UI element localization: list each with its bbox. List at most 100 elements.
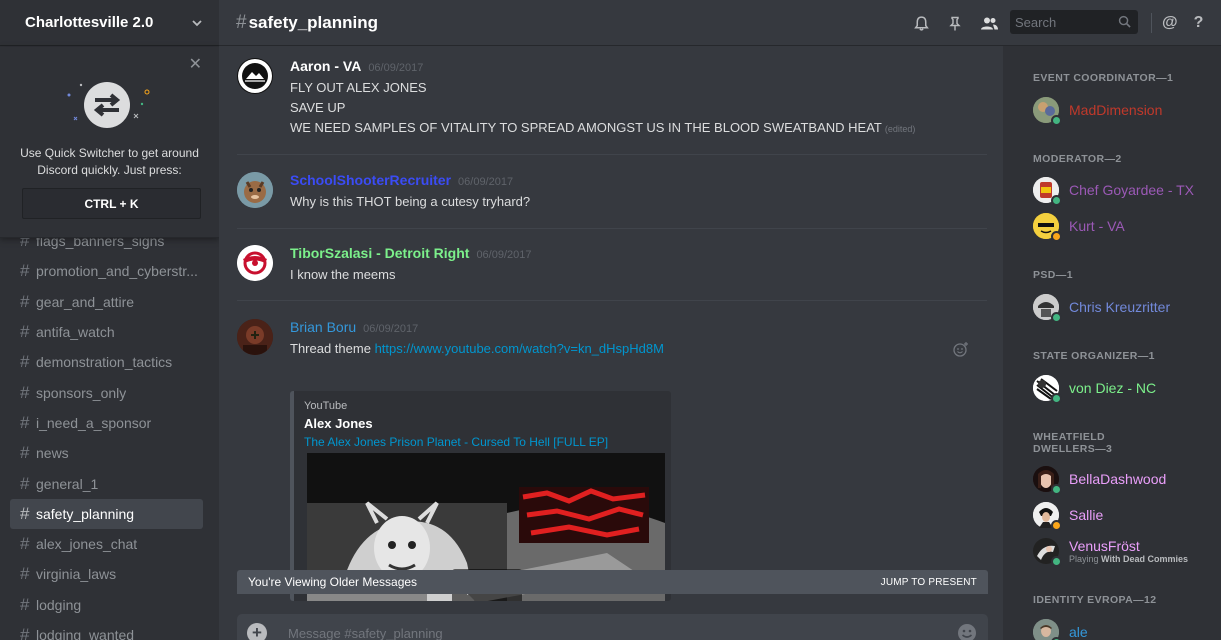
member-item[interactable]: Sallie <box>1033 500 1104 531</box>
older-messages-bar: You're Viewing Older Messages JUMP TO PR… <box>237 570 988 594</box>
avatar[interactable] <box>237 319 273 355</box>
quick-switcher-text: Use Quick Switcher to get around Discord… <box>20 146 199 177</box>
close-icon[interactable]: ✕ <box>189 57 202 73</box>
channel-item[interactable]: # i_need_a_sponsor <box>10 408 203 438</box>
message-text: SAVE UP <box>290 100 346 115</box>
embed-title[interactable]: The Alex Jones Prison Planet - Cursed To… <box>304 433 661 452</box>
shortcut-key: CTRL + K <box>22 188 201 219</box>
jump-to-present-button[interactable]: JUMP TO PRESENT <box>881 577 977 588</box>
message-divider <box>237 228 987 229</box>
username[interactable]: Brian Boru <box>290 319 356 335</box>
message-text: Why is this THOT being a cutesy tryhard? <box>290 194 531 209</box>
timestamp: 06/09/2017 <box>476 249 532 261</box>
username[interactable]: TiborSzalasi - Detroit Right <box>290 245 469 261</box>
hash-icon: # <box>20 322 30 342</box>
hash-icon: # <box>20 291 30 311</box>
embed-provider[interactable]: YouTube <box>304 399 661 413</box>
timestamp: 06/09/2017 <box>368 62 424 74</box>
member-text: VenusFröst Playing With Dead Commies <box>1069 538 1188 565</box>
channel-item-active[interactable]: # safety_planning <box>10 498 203 529</box>
channel-item[interactable]: # virginia_laws <box>10 559 203 589</box>
channel-item[interactable]: # gear_and_attire <box>10 287 203 317</box>
channel-item[interactable]: # antifa_watch <box>10 317 203 347</box>
message-link[interactable]: https://www.youtube.com/watch?v=kn_dHspH… <box>375 341 664 356</box>
timestamp: 06/09/2017 <box>458 176 514 188</box>
avatar <box>1033 213 1062 242</box>
channel-item[interactable]: # demonstration_tactics <box>10 347 203 377</box>
member-item[interactable]: Kurt - VA <box>1033 211 1125 242</box>
help-icon[interactable]: ? <box>1194 14 1204 32</box>
member-name: Chris Kreuzritter <box>1069 299 1171 315</box>
hash-icon: # <box>20 443 30 463</box>
role-header: IDENTITY EVROPA—12 <box>1033 594 1157 606</box>
message-body: TiborSzalasi - Detroit Right 06/09/2017 … <box>290 245 987 285</box>
activity-name: With Dead Commies <box>1101 553 1188 564</box>
emoji-icon[interactable] <box>957 623 977 640</box>
member-item[interactable]: von Diez - NC <box>1033 373 1156 404</box>
message-text: I know the meems <box>290 267 396 282</box>
channel-item[interactable]: # sponsors_only <box>10 377 203 407</box>
member-name: MadDimension <box>1069 102 1163 118</box>
message-text-content: Thread theme <box>290 341 371 356</box>
channel-title: safety_planning <box>248 12 378 32</box>
server-name: Charlottesville 2.0 <box>25 14 154 31</box>
member-name: Chef Goyardee - TX <box>1069 182 1195 198</box>
message-group: SchoolShooterRecruiter 06/09/2017 Why is… <box>237 172 987 212</box>
search-input[interactable]: Search <box>1010 10 1138 34</box>
avatar[interactable] <box>237 172 273 208</box>
bell-icon[interactable] <box>911 13 931 33</box>
avatar <box>1033 294 1062 323</box>
message-input[interactable]: + Message #safety_planning <box>237 614 988 640</box>
member-item[interactable]: ale <box>1033 617 1088 640</box>
channel-item[interactable]: # lodging <box>10 590 203 620</box>
older-messages-text: You're Viewing Older Messages <box>248 575 418 589</box>
pin-icon[interactable] <box>945 13 965 33</box>
status-online-icon <box>1051 195 1062 206</box>
hash-icon: # <box>20 473 30 493</box>
role-header: PSD—1 <box>1033 269 1073 281</box>
member-name: Kurt - VA <box>1069 218 1125 234</box>
server-header[interactable]: Charlottesville 2.0 <box>0 0 219 46</box>
avatar[interactable] <box>237 245 273 281</box>
role-header: STATE ORGANIZER—1 <box>1033 350 1155 362</box>
status-online-icon <box>1051 484 1062 495</box>
message-text-content: WE NEED SAMPLES OF VITALITY TO SPREAD AM… <box>290 120 882 135</box>
search-icon <box>1118 15 1131 28</box>
mentions-icon[interactable]: @ <box>1162 14 1178 32</box>
discord-app: Charlottesville 2.0 ✕ Use Quick Switcher… <box>0 0 1221 640</box>
channel-item[interactable]: # general_1 <box>10 468 203 498</box>
message-group: Aaron - VA 06/09/2017 FLY OUT ALEX JONES… <box>237 58 987 139</box>
member-item[interactable]: Chris Kreuzritter <box>1033 292 1171 323</box>
hash-icon: # <box>236 11 247 33</box>
member-item[interactable]: VenusFröst Playing With Dead Commies <box>1033 536 1188 567</box>
status-online-icon <box>1051 115 1062 126</box>
avatar <box>1033 538 1062 567</box>
username[interactable]: SchoolShooterRecruiter <box>290 172 451 188</box>
status-online-icon <box>1051 393 1062 404</box>
upload-plus-icon[interactable]: + <box>247 623 267 640</box>
avatar <box>1033 177 1062 206</box>
message-header: Brian Boru 06/09/2017 <box>290 319 987 339</box>
message-text: WE NEED SAMPLES OF VITALITY TO SPREAD AM… <box>290 118 987 139</box>
channel-item[interactable]: # alex_jones_chat <box>10 529 203 559</box>
hash-icon: # <box>20 412 30 432</box>
member-item[interactable]: Chef Goyardee - TX <box>1033 175 1195 206</box>
hash-icon: # <box>20 382 30 402</box>
message-text: Thread theme https://www.youtube.com/wat… <box>290 339 987 359</box>
channel-item[interactable]: # news <box>10 438 203 468</box>
username[interactable]: Aaron - VA <box>290 58 361 74</box>
member-name: Sallie <box>1069 507 1104 523</box>
channel-item[interactable]: # promotion_and_cyberstr... <box>10 256 203 286</box>
member-item[interactable]: MadDimension <box>1033 95 1163 126</box>
hash-icon: # <box>20 534 30 554</box>
search-placeholder: Search <box>1015 14 1057 30</box>
avatar[interactable] <box>237 58 273 94</box>
embed-author[interactable]: Alex Jones <box>304 415 661 433</box>
header-right: @ ? <box>1139 0 1219 46</box>
message-body: Brian Boru 06/09/2017 Thread theme https… <box>290 319 987 359</box>
channel-item[interactable]: # lodging_wanted <box>10 620 203 640</box>
role-header: WHEATFIELD DWELLERS—3 <box>1033 431 1113 455</box>
member-item[interactable]: BellaDashwood <box>1033 464 1166 495</box>
add-reaction-icon[interactable] <box>953 341 969 357</box>
members-icon[interactable] <box>979 13 999 33</box>
